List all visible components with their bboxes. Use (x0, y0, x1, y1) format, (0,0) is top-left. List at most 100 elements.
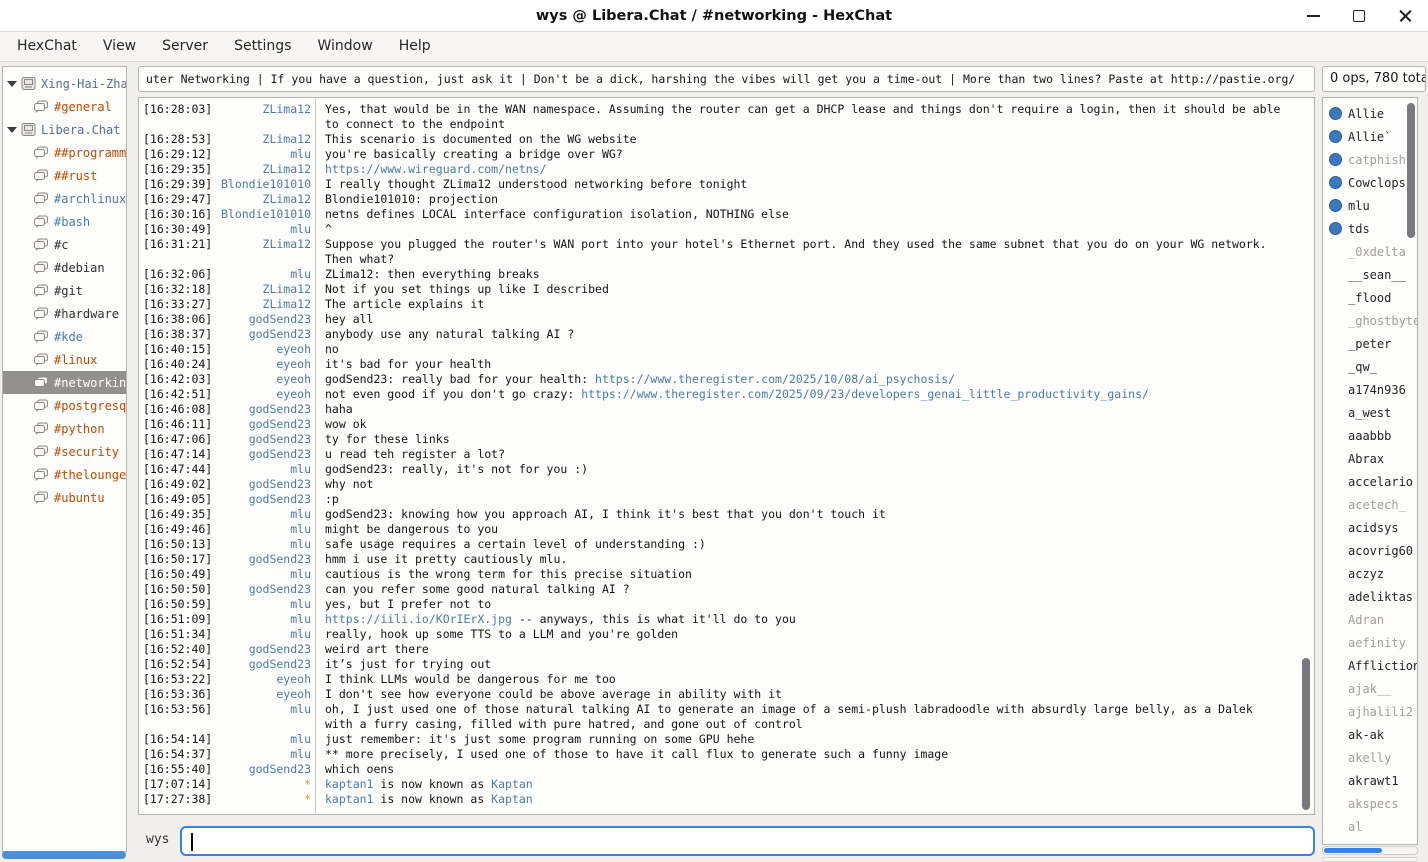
userlist-item-adran[interactable]: Adran (1323, 608, 1417, 631)
userlist-item-mlu[interactable]: mlu (1323, 194, 1417, 217)
message-nick[interactable]: godSend23 (215, 657, 311, 672)
message-link[interactable]: Kaptan (491, 777, 533, 791)
userlist-hscrollbar[interactable] (1322, 846, 1418, 855)
userlist-item--flood[interactable]: _flood (1323, 286, 1417, 309)
userlist-scrollbar-thumb[interactable] (1407, 103, 1415, 238)
userlist-item-affliction[interactable]: Affliction (1323, 654, 1417, 677)
userlist-item-tds[interactable]: tds (1323, 217, 1417, 240)
tree-item--general[interactable]: #general (3, 95, 126, 118)
message-nick[interactable]: eyeoh (215, 357, 311, 372)
tree-item--git[interactable]: #git (3, 279, 126, 302)
userlist-item--ghostbyte[interactable]: _ghostbyte (1323, 309, 1417, 332)
minimize-button[interactable] (1300, 3, 1326, 29)
message-link[interactable]: Kaptan (491, 792, 533, 806)
message-nick[interactable]: mlu (215, 507, 311, 522)
chat-scrollbar-thumb[interactable] (1302, 658, 1310, 810)
expander-icon[interactable] (7, 81, 17, 87)
userlist-item-allie-[interactable]: Allie` (1323, 125, 1417, 148)
message-link[interactable]: https://www.theregister.com/2025/10/08/a… (595, 372, 955, 386)
userlist-item-catphish[interactable]: catphish (1323, 148, 1417, 171)
message-nick[interactable]: godSend23 (215, 492, 311, 507)
message-nick[interactable]: mlu (215, 267, 311, 282)
message-nick[interactable]: mlu (215, 522, 311, 537)
chat-scrollbar[interactable] (1300, 100, 1312, 812)
message-nick[interactable]: godSend23 (215, 477, 311, 492)
userlist-item-accelario[interactable]: accelario (1323, 470, 1417, 493)
message-nick[interactable]: Blondie101010 (215, 177, 311, 192)
userlist-item-a-west[interactable]: a_west (1323, 401, 1417, 424)
message-nick[interactable]: godSend23 (215, 447, 311, 462)
userlist-item--0xdelta[interactable]: _0xdelta (1323, 240, 1417, 263)
tree-item--ubuntu[interactable]: #ubuntu (3, 486, 126, 509)
tree-item--c[interactable]: #c (3, 233, 126, 256)
message-nick[interactable]: mlu (215, 222, 311, 237)
userlist-item--peter[interactable]: _peter (1323, 332, 1417, 355)
message-nick[interactable]: eyeoh (215, 687, 311, 702)
userlist-item-allie[interactable]: Allie (1323, 102, 1417, 125)
message-nick[interactable]: ZLima12 (215, 132, 311, 147)
tree-item--kde[interactable]: #kde (3, 325, 126, 348)
event-marker[interactable]: * (215, 792, 311, 807)
userlist-item--sean-[interactable]: __sean__ (1323, 263, 1417, 286)
message-link[interactable]: kaptan1 (325, 792, 373, 806)
userlist-item-acetech-[interactable]: acetech_ (1323, 493, 1417, 516)
tree-item--python[interactable]: #python (3, 417, 126, 440)
userlist-item-ajak-[interactable]: ajak__ (1323, 677, 1417, 700)
message-nick[interactable]: mlu (215, 747, 311, 762)
tree-item--debian[interactable]: #debian (3, 256, 126, 279)
message-nick[interactable]: mlu (215, 612, 311, 627)
userlist-item-akelly[interactable]: akelly (1323, 746, 1417, 769)
message-nick[interactable]: ZLima12 (215, 102, 311, 117)
message-nick[interactable]: ZLima12 (215, 297, 311, 312)
message-link[interactable]: kaptan1 (325, 777, 373, 791)
message-input[interactable] (180, 826, 1315, 856)
tree-item--postgresql[interactable]: #postgresql (3, 394, 126, 417)
message-nick[interactable]: mlu (215, 462, 311, 477)
userlist-scrollbar[interactable] (1405, 100, 1416, 842)
userlist-item-ak-ak[interactable]: ak-ak (1323, 723, 1417, 746)
userlist-item-adeliktas[interactable]: adeliktas (1323, 585, 1417, 608)
message-nick[interactable]: mlu (215, 732, 311, 747)
message-nick[interactable]: godSend23 (215, 582, 311, 597)
message-nick[interactable]: godSend23 (215, 327, 311, 342)
tree-item-libera-chat[interactable]: Libera.Chat (3, 118, 126, 141)
expander-icon[interactable] (7, 127, 17, 133)
message-nick[interactable]: ZLima12 (215, 237, 311, 252)
tree-item--networking[interactable]: #networking (3, 371, 126, 394)
menu-window[interactable]: Window (304, 32, 385, 61)
tree-item--hardware[interactable]: #hardware (3, 302, 126, 325)
message-nick[interactable]: ZLima12 (215, 192, 311, 207)
message-link[interactable]: https://iili.io/KOrIErX.jpg (325, 612, 512, 626)
userlist-item-aaabbb[interactable]: aaabbb (1323, 424, 1417, 447)
menu-server[interactable]: Server (149, 32, 221, 61)
userlist-item-al[interactable]: al (1323, 815, 1417, 838)
userlist-item-ajhalili2[interactable]: ajhalili2 (1323, 700, 1417, 723)
menu-help[interactable]: Help (386, 32, 444, 61)
message-nick[interactable]: mlu (215, 537, 311, 552)
userlist-item-aczyz[interactable]: aczyz (1323, 562, 1417, 585)
message-nick[interactable]: mlu (215, 627, 311, 642)
tree-item--archlinux[interactable]: #archlinux (3, 187, 126, 210)
message-nick[interactable]: eyeoh (215, 372, 311, 387)
message-nick[interactable]: godSend23 (215, 432, 311, 447)
tree-item--security[interactable]: #security (3, 440, 126, 463)
close-button[interactable] (1392, 3, 1418, 29)
message-nick[interactable]: mlu (215, 597, 311, 612)
tree-item--thelounge[interactable]: #thelounge (3, 463, 126, 486)
message-nick[interactable]: eyeoh (215, 672, 311, 687)
tree-item--bash[interactable]: #bash (3, 210, 126, 233)
tree-item--rust[interactable]: ##rust (3, 164, 126, 187)
userlist-item-akrawt1[interactable]: akrawt1 (1323, 769, 1417, 792)
own-nick-label[interactable]: wys (146, 832, 169, 847)
message-link[interactable]: https://www.theregister.com/2025/09/23/d… (581, 387, 1149, 401)
message-nick[interactable]: ZLima12 (215, 282, 311, 297)
chat-area[interactable]: [16:28:03]ZLima12Yes, that would be in t… (138, 97, 1315, 815)
userlist-item-acovrig60[interactable]: acovrig60 (1323, 539, 1417, 562)
message-nick[interactable]: ZLima12 (215, 162, 311, 177)
message-nick[interactable]: eyeoh (215, 342, 311, 357)
menu-settings[interactable]: Settings (221, 32, 304, 61)
maximize-button[interactable] (1346, 3, 1372, 29)
menu-view[interactable]: View (90, 32, 149, 61)
userlist-item-akspecs[interactable]: akspecs (1323, 792, 1417, 815)
message-nick[interactable]: mlu (215, 567, 311, 582)
